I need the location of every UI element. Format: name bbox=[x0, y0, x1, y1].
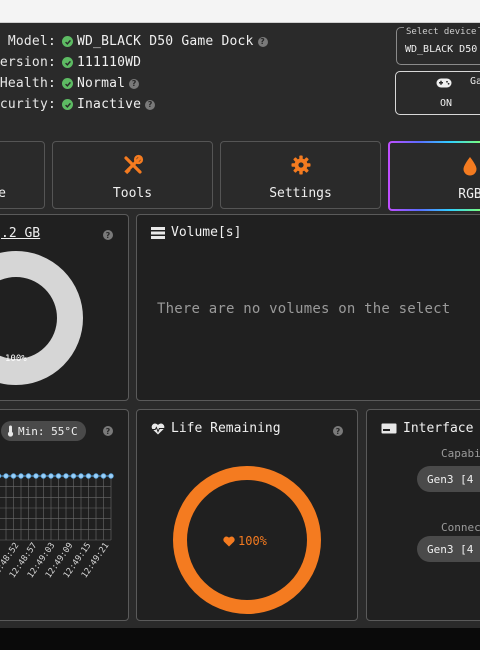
capacity-percent-label: 100% bbox=[5, 354, 27, 364]
connected-value: Gen3 [4 bbox=[417, 536, 480, 562]
bottom-bar bbox=[0, 628, 480, 650]
tab-rgb[interactable]: RGB bbox=[388, 141, 480, 211]
life-value: 100% bbox=[238, 534, 267, 548]
check-icon bbox=[62, 36, 73, 47]
health-label: Health: bbox=[0, 76, 56, 91]
model-value: WD_BLACK D50 Game Dock bbox=[77, 34, 254, 49]
min-temp-label: Min: 55°C bbox=[18, 424, 78, 438]
health-value: Normal bbox=[77, 76, 126, 91]
drop-icon bbox=[463, 157, 477, 176]
capacity-title: .2 GB bbox=[1, 226, 41, 241]
time-tick-label: 46 bbox=[0, 541, 3, 555]
version-value-group: 111110WD bbox=[62, 52, 141, 73]
tab-label: RGB bbox=[458, 187, 480, 202]
temperature-point bbox=[108, 473, 114, 479]
game-mode-state: ON bbox=[440, 98, 453, 109]
tab-label: Settings bbox=[269, 186, 332, 201]
temperature-point bbox=[48, 473, 54, 479]
volume-list-icon bbox=[151, 226, 165, 239]
thermometer-icon bbox=[7, 425, 14, 437]
check-icon bbox=[62, 78, 73, 89]
life-title-group: Life Remaining bbox=[151, 421, 281, 436]
volumes-panel: Volume[s] There are no volumes on the se… bbox=[136, 214, 480, 401]
temperature-point bbox=[18, 473, 24, 479]
health-value-group: Normal ? bbox=[62, 73, 140, 94]
volumes-empty-message: There are no volumes on the select bbox=[157, 301, 451, 317]
life-title: Life Remaining bbox=[171, 421, 281, 436]
tab-storage[interactable]: e bbox=[0, 141, 45, 209]
temperature-point bbox=[63, 473, 69, 479]
temperature-point bbox=[55, 473, 62, 479]
help-icon[interactable]: ? bbox=[145, 99, 156, 110]
game-mode-toggle[interactable]: Ga ON bbox=[395, 71, 480, 115]
interface-panel: Interface Capabi Gen3 [4 Connec Gen3 [4 bbox=[366, 409, 480, 621]
capacity-panel: .2 GB ? 100% bbox=[0, 214, 129, 401]
tab-settings[interactable]: Settings bbox=[220, 141, 381, 209]
temperature-point bbox=[100, 473, 107, 479]
tab-label: Tools bbox=[112, 186, 153, 201]
temperature-point bbox=[33, 473, 39, 479]
heart-pulse-icon bbox=[151, 423, 165, 434]
help-icon[interactable]: ? bbox=[333, 426, 343, 436]
help-icon[interactable]: ? bbox=[103, 230, 113, 240]
temperature-point bbox=[0, 473, 2, 479]
tab-tools[interactable]: Tools bbox=[52, 141, 213, 209]
temperature-panel: Min: 55°C ? 46 12:48:52 12:48:57 12:49:03 12… bbox=[0, 409, 129, 621]
temperature-chart: 4612:48:5212:48:5712:49:0312:49:0912:49:… bbox=[0, 473, 114, 580]
temperature-point bbox=[10, 473, 17, 479]
help-icon[interactable]: ? bbox=[257, 36, 268, 47]
interface-title: Interface bbox=[403, 421, 474, 436]
check-icon bbox=[62, 57, 73, 68]
model-value-group: WD_BLACK D50 Game Dock ? bbox=[62, 31, 268, 52]
tab-label: e bbox=[0, 186, 6, 201]
security-value: Inactive bbox=[77, 97, 142, 112]
capability-value: Gen3 [4 bbox=[417, 466, 480, 492]
help-icon[interactable]: ? bbox=[129, 78, 140, 89]
interface-title-group: Interface bbox=[381, 421, 473, 436]
dashboard-app: Model: WD_BLACK D50 Game Dock ? ersion: … bbox=[0, 23, 480, 628]
temperature-point bbox=[40, 473, 47, 479]
capacity-ring bbox=[0, 251, 83, 385]
select-device-value: WD_BLACK D50 bbox=[405, 44, 478, 55]
temperature-point bbox=[3, 473, 9, 479]
select-device-dropdown[interactable]: Select device WD_BLACK D50 bbox=[396, 27, 480, 65]
volumes-title-group: Volume[s] bbox=[151, 225, 241, 240]
security-label: curity: bbox=[0, 97, 56, 112]
temperature-point bbox=[70, 473, 77, 479]
volumes-title: Volume[s] bbox=[171, 225, 242, 240]
life-remaining-panel: Life Remaining ? 100% bbox=[136, 409, 358, 621]
gamepad-icon bbox=[436, 78, 452, 88]
browser-top-bar bbox=[0, 0, 480, 23]
temperature-point bbox=[25, 473, 32, 479]
temperature-point bbox=[85, 473, 92, 479]
connected-label: Connec bbox=[441, 521, 480, 534]
interface-card-icon bbox=[381, 423, 397, 434]
check-icon bbox=[62, 99, 73, 110]
version-label: ersion: bbox=[0, 55, 56, 70]
temperature-point bbox=[78, 473, 84, 479]
model-label: Model: bbox=[7, 34, 56, 49]
version-value: 111110WD bbox=[77, 55, 142, 70]
min-temp-pill: Min: 55°C bbox=[1, 421, 86, 441]
temperature-point bbox=[93, 473, 99, 479]
life-value-group: 100% bbox=[223, 534, 267, 548]
capability-label: Capabi bbox=[441, 447, 480, 460]
heart-icon bbox=[223, 536, 235, 546]
security-value-group: Inactive ? bbox=[62, 94, 156, 115]
gear-icon bbox=[291, 155, 310, 175]
tools-icon bbox=[123, 154, 143, 175]
game-mode-label: Ga bbox=[470, 76, 480, 87]
help-icon[interactable]: ? bbox=[103, 426, 113, 436]
select-device-legend: Select device bbox=[404, 27, 479, 37]
